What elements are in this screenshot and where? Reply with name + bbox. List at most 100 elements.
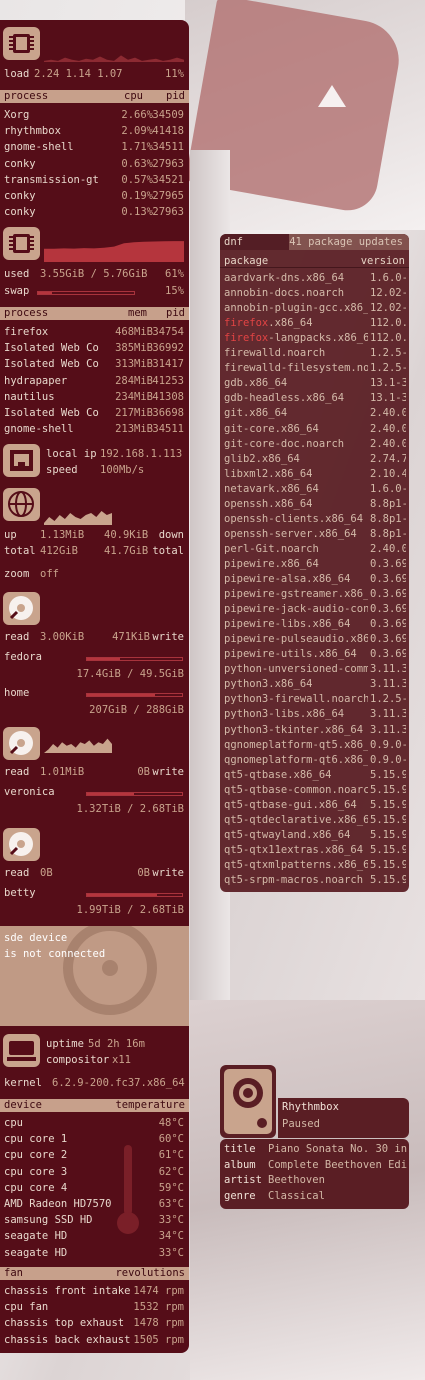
read-value: 3.00KiB	[40, 631, 85, 643]
volume-usage: 207GiB / 288GiB	[89, 704, 184, 716]
process-pid: 27963	[152, 157, 184, 170]
sensor-temp: 59°C	[158, 1181, 184, 1194]
memory-process-row: gnome-shell 213MiB 34511	[4, 422, 184, 437]
package-version: 3.11.3	[370, 708, 406, 721]
field-label: artist	[224, 1174, 262, 1186]
package-row: firefox-langpacks.x86_64 112.0.	[224, 331, 406, 346]
package-name: openssh-clients.x86_64	[224, 512, 364, 525]
package-row: gdb.x86_64 13.1-3	[224, 376, 406, 391]
field-value: Complete Beethoven Edit	[268, 1158, 407, 1171]
field-label: title	[224, 1143, 256, 1155]
dnf-column-headers: package version	[220, 254, 409, 268]
package-row: openssh-server.x86_64 8.8p1-	[224, 527, 406, 542]
package-version: 1.2.5-	[370, 347, 406, 360]
package-header: package	[224, 255, 269, 267]
temperature-header: device temperature	[0, 1099, 189, 1112]
media-player-widget: Rhythmbox Paused title Piano Sonata No. 3…	[220, 1065, 409, 1210]
up-label: up	[4, 529, 17, 541]
package-version: 0.3.69	[370, 588, 406, 601]
track-field: genre Classical	[224, 1190, 407, 1205]
field-value: Classical	[268, 1189, 325, 1202]
speed-row: speed 100Mb/s	[4, 463, 184, 478]
package-version: 12.02-	[370, 302, 406, 315]
used-value: 3.55GiB / 5.76GiB	[40, 268, 148, 280]
package-version: 1.6.0-	[370, 272, 406, 284]
volume-usage-bar	[86, 657, 183, 661]
package-row: pipewire-jack-audio-connection0.3.69	[224, 602, 406, 617]
volume-usage-bar-fill	[87, 894, 158, 896]
package-name: python3.x86_64	[224, 678, 313, 691]
package-name: firewalld-filesystem.noarch	[224, 362, 368, 375]
process-cpu: 1.71%	[121, 141, 153, 154]
cpu-load-row: load 2.24 1.14 1.07 11%	[4, 67, 184, 82]
package-row: qgnomeplatform-qt6.x86_64 0.9.0-	[224, 753, 406, 768]
package-name: python3-firewall.noarch	[224, 693, 368, 706]
globe-icon	[3, 488, 40, 521]
process-pid: 34754	[152, 326, 184, 338]
memory-used-row: used 3.55GiB / 5.76GiB 61%	[4, 267, 184, 282]
memory-process-row: Isolated Web Co 313MiB 31417	[4, 357, 184, 372]
package-row: python3-firewall.noarch 1.2.5-	[224, 692, 406, 707]
package-version: 0.3.69	[370, 557, 406, 570]
swap-bar-fill	[38, 292, 53, 294]
package-row: qt5-qtdeclarative.x86_64 5.15.9	[224, 813, 406, 828]
package-row: qgnomeplatform-qt5.x86_64 0.9.0-	[224, 738, 406, 753]
package-name: python3-libs.x86_64	[224, 708, 345, 721]
package-version: 3.11.3	[370, 723, 406, 736]
sensor-name: cpu core 1	[4, 1133, 68, 1146]
process-mem: 313MiB	[115, 358, 153, 371]
process-name: Xorg	[4, 109, 30, 121]
package-name: qt5-qtxmlpatterns.x86_64	[224, 858, 368, 871]
sensor-name: cpu	[4, 1117, 23, 1129]
load-values: 2.24 1.14 1.07	[34, 68, 123, 80]
disk-io-row: read 3.00KiB 471KiB write	[4, 630, 184, 645]
package-name: qt5-qtbase-gui.x86_64	[224, 798, 357, 811]
package-name-rest: .x86_64	[268, 317, 313, 330]
process-pid: 41418	[152, 125, 184, 138]
wallpaper-shape	[318, 85, 346, 107]
package-version: 12.02-	[370, 287, 406, 300]
header-left: device	[4, 1099, 42, 1111]
sensor-temp: 61°C	[158, 1149, 184, 1162]
sensor-temp: 62°C	[158, 1165, 184, 1178]
temperature-row: samsung SSD HD 33°C	[4, 1213, 184, 1228]
process-name: conky	[4, 157, 36, 170]
package-name: libxml2.x86_64	[224, 467, 313, 480]
speed-label: speed	[46, 464, 78, 476]
package-row: firefox.x86_64 112.0.	[224, 316, 406, 331]
process-cpu: 0.19%	[121, 190, 153, 202]
process-mem: 234MiB	[115, 390, 153, 403]
kernel-label: kernel	[4, 1077, 42, 1089]
package-version: 5.15.9	[370, 858, 406, 871]
package-version: 8.8p1-	[370, 497, 406, 510]
package-version: 2.10.4	[370, 467, 406, 480]
package-name: python3-tkinter.x86_64	[224, 723, 364, 736]
fan-rpm: 1532 rpm	[133, 1301, 184, 1314]
package-version: 5.15.9	[370, 843, 406, 856]
package-row: pipewire.x86_64 0.3.69	[224, 557, 406, 572]
process-pid: 34521	[152, 173, 184, 186]
process-name: firefox	[4, 326, 49, 338]
sensor-name: samsung SSD HD	[4, 1214, 93, 1227]
package-version: 13.1-3	[370, 392, 406, 405]
field-label: album	[224, 1158, 256, 1171]
cpu-process-row: conky 0.63% 27963	[4, 157, 184, 172]
memory-graph	[44, 241, 184, 262]
package-row: qt5-srpm-macros.noarch 5.15.9	[224, 873, 406, 888]
package-name-rest: -langpacks.x86_64	[268, 332, 368, 345]
package-name: annobin-docs.noarch	[224, 287, 345, 300]
memory-process-row: hydrapaper 284MiB 41253	[4, 374, 184, 389]
package-row: pipewire-alsa.x86_64 0.3.69	[224, 572, 406, 587]
package-name: python-unversioned-command	[224, 663, 368, 676]
package-version: 5.15.9	[370, 768, 406, 781]
total-up: 412GiB	[40, 545, 78, 557]
process-mem: 217MiB	[115, 407, 153, 419]
process-pid: 27963	[152, 206, 184, 219]
package-version: 0.3.69	[370, 573, 406, 585]
process-cpu: 2.66%	[121, 109, 153, 121]
package-version: 2.40.0	[370, 407, 406, 420]
cpu-col: cpu	[124, 90, 143, 102]
sensor-temp: 60°C	[158, 1133, 184, 1146]
process-name: Isolated Web Co	[4, 342, 99, 355]
pid-col: pid	[166, 307, 185, 319]
